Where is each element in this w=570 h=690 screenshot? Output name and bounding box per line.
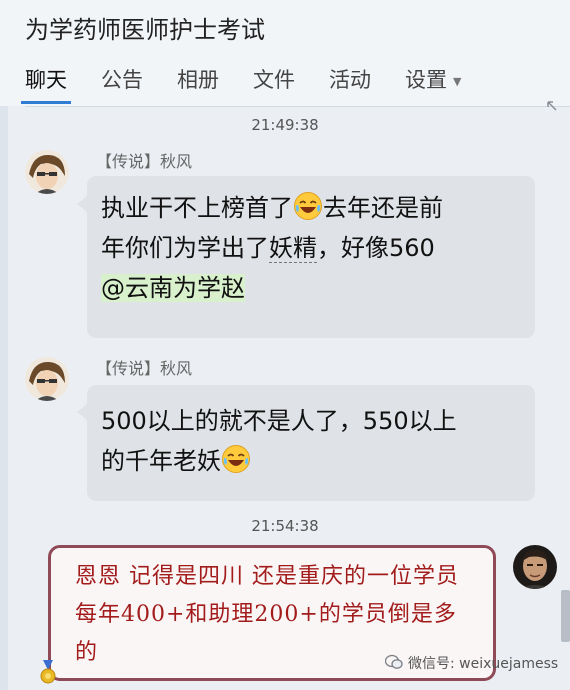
avatar[interactable] [513, 545, 557, 589]
tab-album[interactable]: 相册 [177, 64, 219, 94]
group-title: 为学药师医师护士考试 [25, 16, 265, 44]
timestamp: 21:54:38 [251, 517, 319, 535]
tab-chat[interactable]: 聊天 [21, 64, 71, 104]
laughing-emoji-icon [222, 445, 250, 473]
bubble-tail [77, 196, 87, 212]
avatar[interactable] [25, 150, 69, 194]
message-text: 500以上的就不是人了，550以上 [101, 407, 457, 435]
message-text: 的千年老妖 [101, 447, 221, 475]
tab-settings[interactable]: 设置 ▼ [405, 64, 461, 94]
underlined-word[interactable]: 妖精 [269, 234, 317, 263]
message-text: 执业干不上榜首了 [101, 194, 293, 222]
message-bubble[interactable]: 500以上的就不是人了，550以上 的千年老妖 [87, 385, 535, 501]
timestamp: 21:49:38 [251, 116, 319, 134]
laughing-emoji-icon [294, 192, 322, 220]
message-text: 去年还是前 [323, 194, 443, 222]
header-divider [25, 106, 570, 107]
message-text: ，好像560 [317, 234, 435, 262]
bubble-tail [77, 404, 87, 420]
scrollbar-thumb[interactable] [561, 590, 570, 642]
collapse-arrow-icon[interactable] [546, 100, 558, 112]
wechat-icon [385, 654, 403, 669]
avatar-icon [25, 150, 69, 194]
avatar[interactable] [25, 357, 69, 401]
sender-name: 【传说】秋风 [96, 152, 193, 171]
medal-icon [40, 660, 56, 684]
avatar-icon [25, 357, 69, 401]
tab-activities[interactable]: 活动 [329, 64, 371, 94]
tab-files[interactable]: 文件 [253, 64, 295, 94]
tab-bar: 聊天 公告 相册 文件 活动 设置 ▼ [21, 64, 495, 104]
tab-settings-label: 设置 [405, 68, 447, 92]
message-bubble[interactable]: 执业干不上榜首了 去年还是前 年你们为学出了妖精，好像560 @云南为学赵 [87, 176, 535, 338]
sender-name: 【传说】秋风 [96, 359, 193, 378]
tab-announcements[interactable]: 公告 [101, 64, 143, 94]
mention-link[interactable]: @云南为学赵 [101, 274, 245, 302]
watermark-text: 微信号: weixuejamess [408, 656, 559, 672]
chat-header: 为学药师医师护士考试 聊天 公告 相册 文件 活动 设置 ▼ [0, 0, 570, 106]
message-text: 年你们为学出了 [101, 234, 269, 262]
caret-down-icon: ▼ [453, 74, 462, 88]
avatar-icon [513, 545, 557, 589]
